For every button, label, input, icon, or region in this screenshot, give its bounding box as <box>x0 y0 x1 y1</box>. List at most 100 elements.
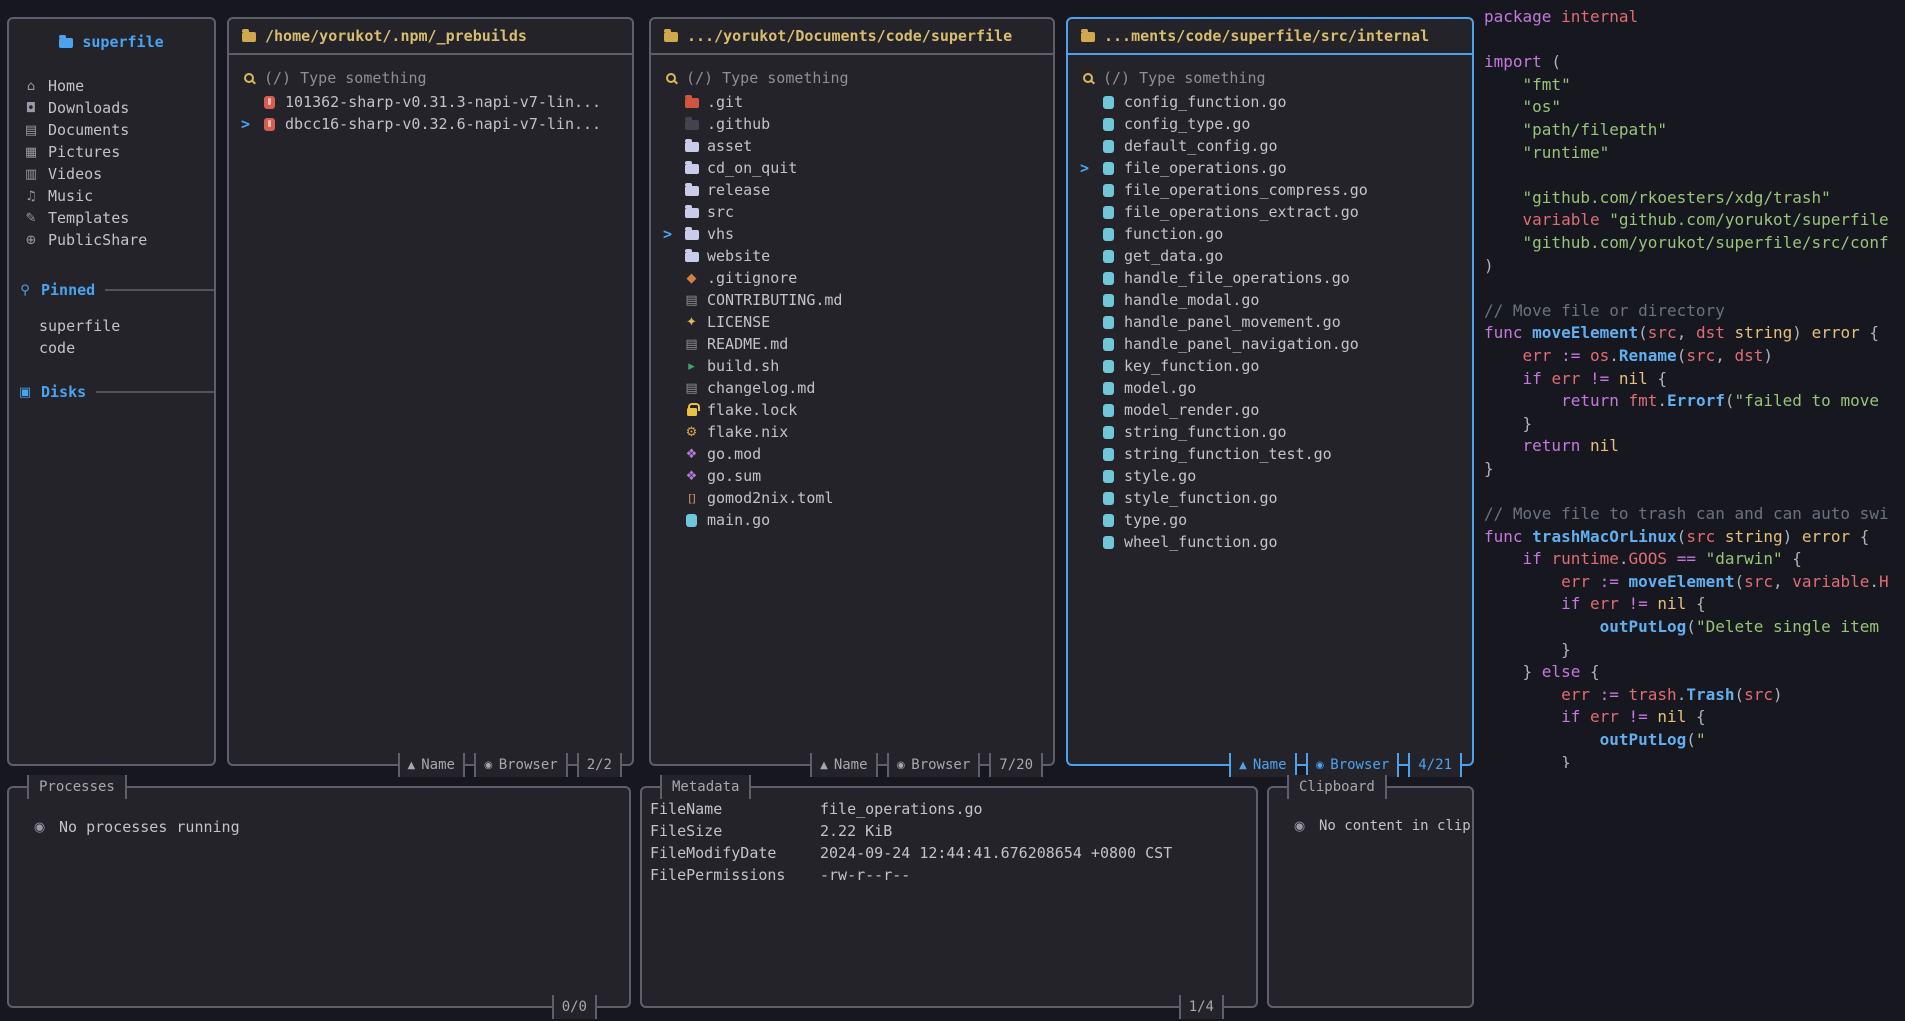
panel-path: .../yorukot/Documents/code/superfile <box>651 19 1053 55</box>
file-row[interactable]: ❖go.mod <box>651 443 1053 465</box>
file-row[interactable]: model.go <box>1068 377 1472 399</box>
panel-footer: ▲ Name ◉ Browser 2/2 <box>398 753 622 777</box>
search-input[interactable]: (/) Type something <box>666 69 1053 87</box>
sidebar-item-music[interactable]: ♫Music <box>9 185 214 207</box>
file-row[interactable]: handle_panel_navigation.go <box>1068 333 1472 355</box>
pin-icon: ⚲ <box>17 283 33 298</box>
file-row[interactable]: >dbcc16-sharp-v0.32.6-napi-v7-lin... <box>229 113 632 135</box>
file-row[interactable]: model_render.go <box>1068 399 1472 421</box>
sidebar-item-publicshare[interactable]: ⊕PublicShare <box>9 229 214 251</box>
file-row[interactable]: .github <box>651 113 1053 135</box>
file-row[interactable]: release <box>651 179 1053 201</box>
pinned-item-superfile[interactable]: superfile <box>9 315 214 337</box>
sort-chip: ▲ Name <box>1229 753 1296 777</box>
file-row[interactable]: ▤CONTRIBUTING.md <box>651 289 1053 311</box>
file-row[interactable]: ▤changelog.md <box>651 377 1053 399</box>
file-name: file_operations.go <box>1124 159 1287 177</box>
file-row[interactable]: .git <box>651 91 1053 113</box>
file-row[interactable]: ◆.gitignore <box>651 267 1053 289</box>
file-row[interactable]: style.go <box>1068 465 1472 487</box>
file-row[interactable]: >vhs <box>651 223 1053 245</box>
metadata-value: -rw-r--r-- <box>820 866 910 884</box>
file-row[interactable]: config_type.go <box>1068 113 1472 135</box>
pinned-item-label: code <box>39 339 75 357</box>
file-row[interactable]: ▤README.md <box>651 333 1053 355</box>
file-row[interactable]: file_operations_compress.go <box>1068 179 1472 201</box>
file-row[interactable]: ✦LICENSE <box>651 311 1053 333</box>
file-row[interactable]: type.go <box>1068 509 1472 531</box>
file-name: asset <box>707 137 752 155</box>
lock-icon <box>683 404 700 416</box>
file-row[interactable]: key_function.go <box>1068 355 1472 377</box>
toml-icon: [] <box>683 493 700 504</box>
file-row[interactable]: handle_file_operations.go <box>1068 267 1472 289</box>
file-row[interactable]: file_operations_extract.go <box>1068 201 1472 223</box>
search-input[interactable]: (/) Type something <box>1083 69 1472 87</box>
count-badge: 2/2 <box>577 753 622 777</box>
file-row[interactable]: style_function.go <box>1068 487 1472 509</box>
disks-header-label: Disks <box>41 383 86 401</box>
file-name: README.md <box>707 335 788 353</box>
file-row[interactable]: wheel_function.go <box>1068 531 1472 553</box>
templates-icon: ✎ <box>23 211 39 226</box>
file-row[interactable]: get_data.go <box>1068 245 1472 267</box>
sidebar-item-pictures[interactable]: ▦Pictures <box>9 141 214 163</box>
file-row[interactable]: >file_operations.go <box>1068 157 1472 179</box>
file-row[interactable]: []gomod2nix.toml <box>651 487 1053 509</box>
file-row[interactable]: 101362-sharp-v0.31.3-napi-v7-lin... <box>229 91 632 113</box>
superfile-app: superfile ⌂Home◘Downloads▤Documents▦Pict… <box>0 0 1905 1021</box>
file-row[interactable]: string_function.go <box>1068 421 1472 443</box>
file-name: handle_panel_movement.go <box>1124 313 1341 331</box>
file-row[interactable]: website <box>651 245 1053 267</box>
file-name: flake.lock <box>707 401 797 419</box>
file-name: vhs <box>707 225 734 243</box>
sidebar-item-home[interactable]: ⌂Home <box>9 75 214 97</box>
go-icon <box>1100 272 1117 285</box>
file-row[interactable]: string_function_test.go <box>1068 443 1472 465</box>
code-line: "path/filepath" <box>1484 119 1905 142</box>
file-row[interactable]: function.go <box>1068 223 1472 245</box>
file-row[interactable]: handle_panel_movement.go <box>1068 311 1472 333</box>
sidebar-item-templates[interactable]: ✎Templates <box>9 207 214 229</box>
file-row[interactable]: asset <box>651 135 1053 157</box>
folder-icon <box>683 228 700 240</box>
gomod-icon: ❖ <box>683 448 700 461</box>
archive-icon <box>261 96 278 109</box>
search-input[interactable]: (/) Type something <box>244 69 632 87</box>
mode-chip: ◉ Browser <box>1306 753 1400 777</box>
pinned-item-code[interactable]: code <box>9 337 214 359</box>
file-name: wheel_function.go <box>1124 533 1278 551</box>
app-title-label: superfile <box>82 33 163 51</box>
code-line: err := trash.Trash(src) <box>1484 684 1905 707</box>
file-list: 101362-sharp-v0.31.3-napi-v7-lin...>dbcc… <box>229 91 632 135</box>
folder-icon <box>683 184 700 196</box>
sidebar-item-label: Videos <box>48 165 102 183</box>
go-icon <box>1100 360 1117 373</box>
go-icon <box>1100 338 1117 351</box>
archive-icon <box>261 118 278 131</box>
file-name: build.sh <box>707 357 779 375</box>
folder-git-icon <box>683 96 700 108</box>
sidebar-item-downloads[interactable]: ◘Downloads <box>9 97 214 119</box>
file-row[interactable]: ⚙flake.nix <box>651 421 1053 443</box>
file-panel-3-active[interactable]: ...ments/code/superfile/src/internal (/)… <box>1066 17 1474 766</box>
file-row[interactable]: main.go <box>651 509 1053 531</box>
file-row[interactable]: ▸build.sh <box>651 355 1053 377</box>
file-row[interactable]: config_function.go <box>1068 91 1472 113</box>
clipboard-empty-text: No content in clipboard <box>1319 818 1472 834</box>
metadata-label: FileSize <box>650 822 820 840</box>
file-row[interactable]: flake.lock <box>651 399 1053 421</box>
file-panel-2[interactable]: .../yorukot/Documents/code/superfile (/)… <box>649 17 1055 766</box>
file-row[interactable]: handle_modal.go <box>1068 289 1472 311</box>
sidebar-item-documents[interactable]: ▤Documents <box>9 119 214 141</box>
file-row[interactable]: cd_on_quit <box>651 157 1053 179</box>
sidebar-item-videos[interactable]: ▥Videos <box>9 163 214 185</box>
file-row[interactable]: default_config.go <box>1068 135 1472 157</box>
file-name: model.go <box>1124 379 1196 397</box>
metadata-count: 1/4 <box>1179 995 1224 1019</box>
count-badge: 7/20 <box>989 753 1043 777</box>
file-name: type.go <box>1124 511 1187 529</box>
file-row[interactable]: src <box>651 201 1053 223</box>
file-panel-1[interactable]: /home/yorukot/.npm/_prebuilds (/) Type s… <box>227 17 634 766</box>
file-row[interactable]: ❖go.sum <box>651 465 1053 487</box>
